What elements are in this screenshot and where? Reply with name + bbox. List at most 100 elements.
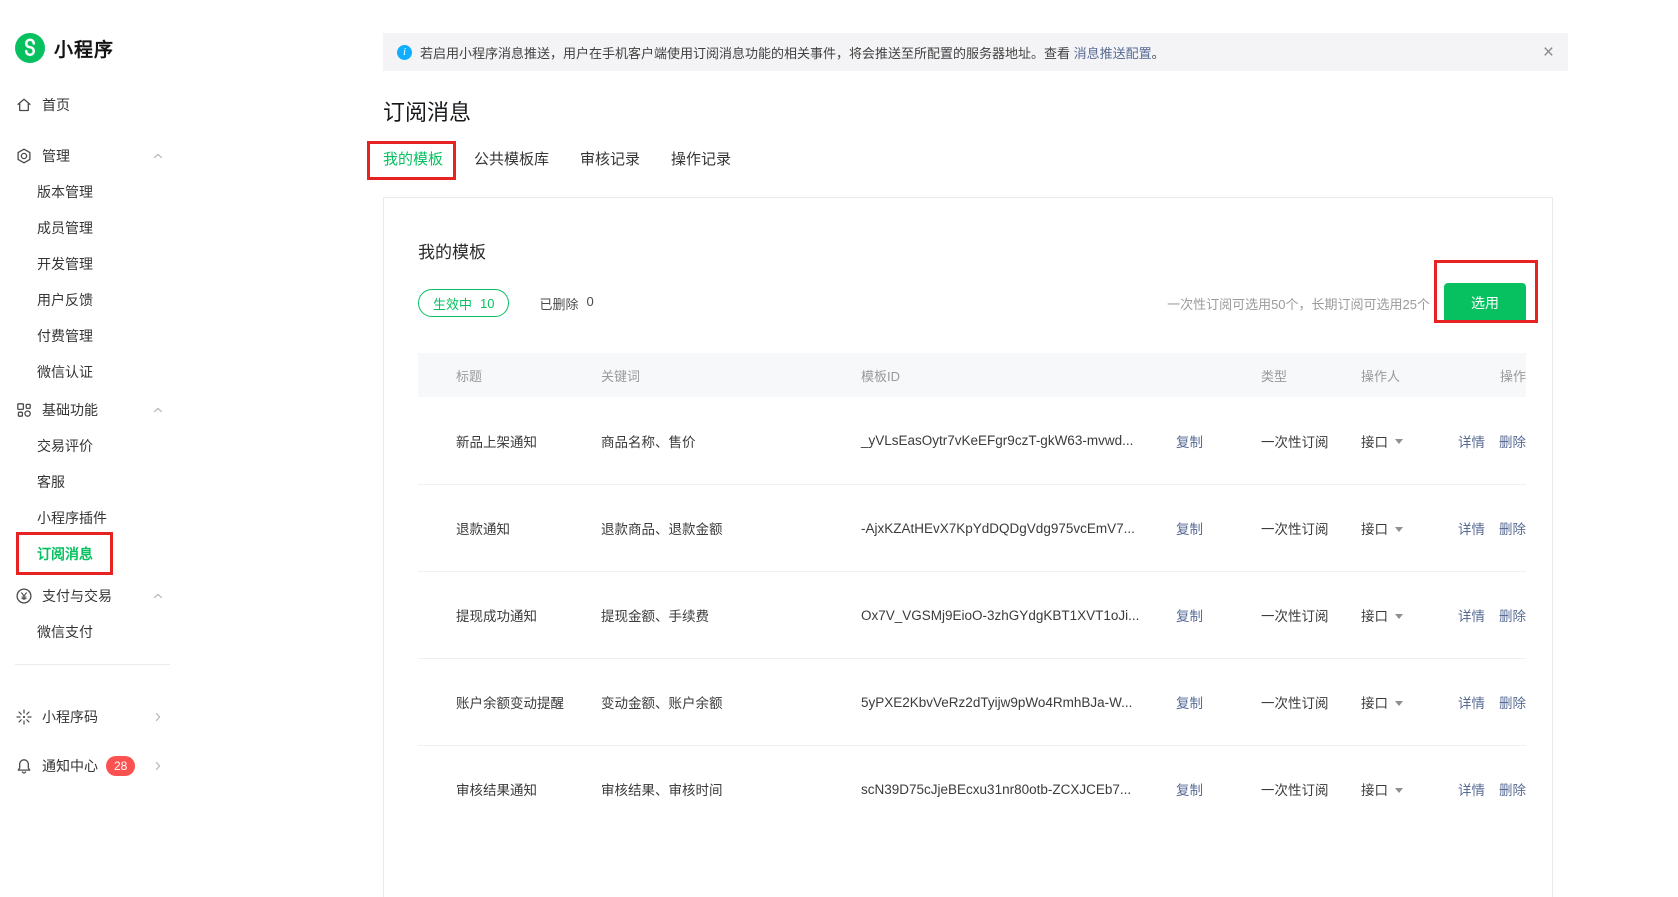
filter-active-count: 10 [480,296,494,311]
copy-link[interactable]: 复制 [1176,518,1261,538]
notice-banner: i 若启用小程序消息推送，用户在手机客户端使用订阅消息功能的相关事件，将会推送至… [383,33,1568,71]
copy-link[interactable]: 复制 [1176,431,1261,451]
select-button[interactable]: 选用 [1444,283,1526,323]
detail-link[interactable]: 详情 [1458,779,1485,799]
detail-link[interactable]: 详情 [1458,605,1485,625]
sidebar-item-basic-functions[interactable]: 基础功能 [0,392,190,428]
delete-link[interactable]: 删除 [1499,518,1526,538]
sidebar-item-trade-review[interactable]: 交易评价 [0,428,190,464]
bell-icon [15,757,33,775]
template-title-cell: 审核结果通知 [456,779,601,799]
column-header-1: 关键词 [601,366,861,385]
sidebar-item-label: 管理 [42,146,70,166]
template-id-cell: 5yPXE2KbvVeRz2dTyijw9pWo4RmhBJa-W... [861,695,1176,710]
template-keywords-cell: 提现金额、手续费 [601,605,861,625]
caret-down-icon [1395,439,1403,444]
filters: 生效中 10 已删除0 [418,289,594,317]
tab-operation-records[interactable]: 操作记录 [671,148,731,180]
chevron-up-icon [151,149,165,163]
template-id-text: -AjxKZAtHEvX7KpYdDQDgVdg975vcEmV7... [861,521,1135,536]
sidebar-item-customer-service[interactable]: 客服 [0,464,190,500]
home-icon [15,96,33,114]
grid-icon [15,401,33,419]
template-id-cell: -AjxKZAtHEvX7KpYdDQDgVdg975vcEmV7... [861,521,1176,536]
column-header-5: 操作 [1451,366,1526,385]
delete-link[interactable]: 删除 [1499,605,1526,625]
minicode-icon [15,708,33,726]
sidebar-item-plugins[interactable]: 小程序插件 [0,500,190,536]
column-header-2: 模板ID [861,366,1261,385]
sidebar-item-label: 用户反馈 [37,290,93,310]
sidebar-item-manage[interactable]: 管理 [0,138,190,174]
template-id-cell: scN39D75cJjeBEcxu31nr80otb-ZCXJCEb7... [861,782,1176,797]
sidebar-item-mini-code[interactable]: 小程序码 [0,699,190,735]
sidebar-divider [15,664,170,665]
detail-link[interactable]: 详情 [1458,518,1485,538]
sidebar-item-wechat-pay[interactable]: 微信支付 [0,614,190,650]
sidebar-item-version-manage[interactable]: 版本管理 [0,174,190,210]
row-actions: 详情删除 [1451,779,1526,799]
app-title: 小程序 [54,35,114,62]
operator-dropdown[interactable]: 接口 [1361,692,1451,712]
template-type-cell: 一次性订阅 [1261,605,1361,625]
operator-dropdown[interactable]: 接口 [1361,605,1451,625]
template-title-cell: 提现成功通知 [456,605,601,625]
sidebar-item-label: 成员管理 [37,218,93,238]
close-icon[interactable]: × [1543,43,1554,62]
sidebar-item-label: 开发管理 [37,254,93,274]
operator-dropdown[interactable]: 接口 [1361,431,1451,451]
table-header-row: 标题关键词模板ID类型操作人操作 [418,353,1526,397]
mini-program-logo-icon [15,33,45,63]
sidebar: 小程序 首页管理版本管理成员管理开发管理用户反馈付费管理微信认证基础功能交易评价… [0,0,190,855]
sidebar-item-user-feedback[interactable]: 用户反馈 [0,282,190,318]
filter-active[interactable]: 生效中 10 [418,289,509,317]
sidebar-item-home[interactable]: 首页 [0,87,190,123]
tab-public-library[interactable]: 公共模板库 [474,148,549,180]
copy-link[interactable]: 复制 [1176,605,1261,625]
caret-down-icon [1395,527,1403,532]
delete-link[interactable]: 删除 [1499,431,1526,451]
chevron-up-icon [151,589,165,603]
delete-link[interactable]: 删除 [1499,779,1526,799]
operator-dropdown[interactable]: 接口 [1361,779,1451,799]
copy-link[interactable]: 复制 [1176,779,1261,799]
operator-dropdown[interactable]: 接口 [1361,518,1451,538]
chevron-right-icon [151,710,165,724]
detail-link[interactable]: 详情 [1458,431,1485,451]
template-id-cell: _yVLsEasOytr7vKeEFgr9czT-gkW63-mvwd... [861,433,1176,448]
sidebar-item-label: 付费管理 [37,326,93,346]
sidebar-item-label: 微信支付 [37,622,93,642]
detail-link[interactable]: 详情 [1458,692,1485,712]
operator-text: 接口 [1361,431,1388,451]
manage-icon [15,147,33,165]
sidebar-item-label: 支付与交易 [42,586,112,606]
sidebar-item-label: 版本管理 [37,182,93,202]
info-icon: i [397,45,412,60]
filter-active-label: 生效中 [433,294,472,313]
tab-review-records[interactable]: 审核记录 [580,148,640,180]
sidebar-item-pay-trade[interactable]: 支付与交易 [0,578,190,614]
sidebar-item-fee-manage[interactable]: 付费管理 [0,318,190,354]
sidebar-item-subscribe-message[interactable]: 订阅消息 [0,536,190,572]
banner-push-config-link[interactable]: 消息推送配置 [1074,46,1152,61]
template-keywords-cell: 变动金额、账户余额 [601,692,861,712]
sidebar-item-notify-center[interactable]: 通知中心28 [0,748,190,784]
caret-down-icon [1395,614,1403,619]
filter-deleted[interactable]: 已删除0 [539,294,593,313]
sidebar-item-wechat-verify[interactable]: 微信认证 [0,354,190,390]
template-keywords-cell: 审核结果、审核时间 [601,779,861,799]
quota-note: 一次性订阅可选用50个，长期订阅可选用25个 [1167,294,1430,313]
sidebar-item-dev-manage[interactable]: 开发管理 [0,246,190,282]
sidebar-item-label: 小程序码 [42,707,98,727]
template-title-cell: 退款通知 [456,518,601,538]
sidebar-item-member-manage[interactable]: 成员管理 [0,210,190,246]
delete-link[interactable]: 删除 [1499,692,1526,712]
sidebar-item-label: 基础功能 [42,400,98,420]
copy-link[interactable]: 复制 [1176,692,1261,712]
brand: 小程序 [15,33,114,63]
table-row: 新品上架通知 商品名称、售价 _yVLsEasOytr7vKeEFgr9czT-… [418,397,1526,484]
template-id-text: scN39D75cJjeBEcxu31nr80otb-ZCXJCEb7... [861,782,1131,797]
tab-my-templates[interactable]: 我的模板 [383,148,443,180]
tab-bar: 我的模板公共模板库审核记录操作记录 [383,148,1568,180]
page-title: 订阅消息 [383,95,1568,127]
